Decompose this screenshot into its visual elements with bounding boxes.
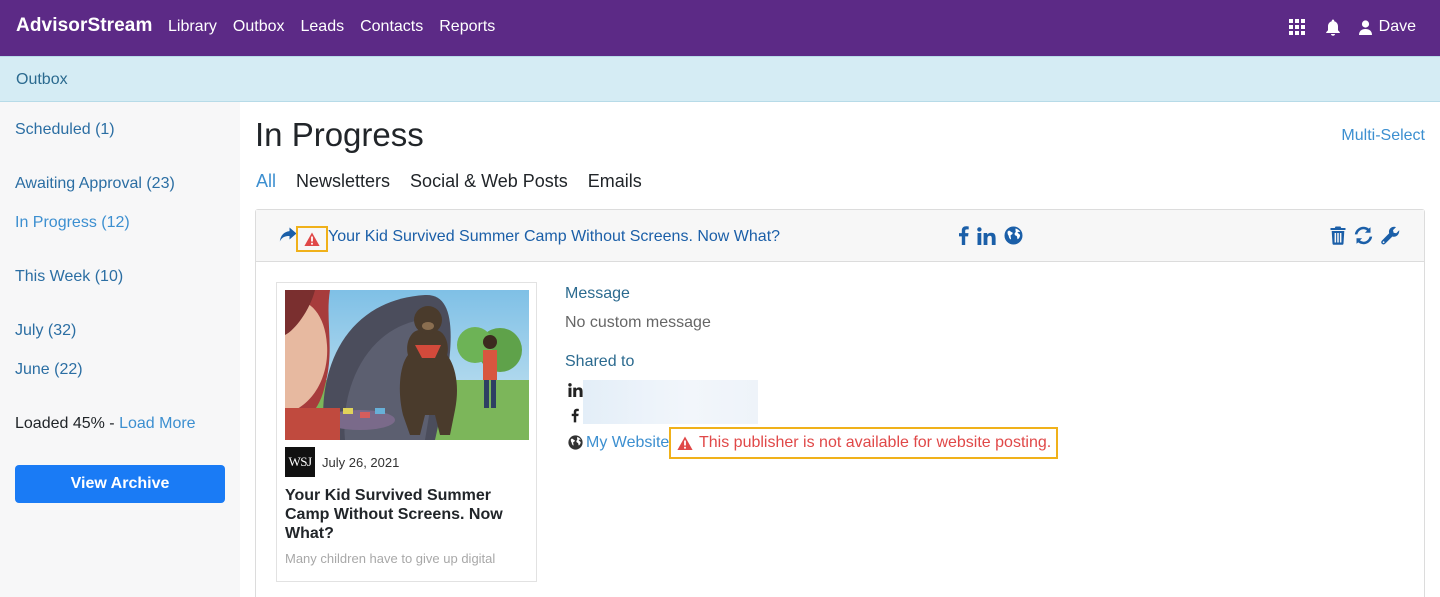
redacted-account-names xyxy=(583,380,758,424)
nav-right: Dave xyxy=(1271,16,1416,38)
load-more-link[interactable]: Load More xyxy=(119,415,196,432)
globe-icon xyxy=(568,435,583,450)
brand-logo[interactable]: AdvisorStream xyxy=(16,15,152,37)
nav-outbox[interactable]: Outbox xyxy=(233,18,285,36)
article-preview-card[interactable]: WSJ July 26, 2021 Your Kid Survived Summ… xyxy=(276,282,537,582)
my-website-link[interactable]: My Website xyxy=(586,434,669,452)
nav-library[interactable]: Library xyxy=(168,18,217,36)
article-title: Your Kid Survived Summer Camp Without Sc… xyxy=(285,487,503,542)
linkedin-icon xyxy=(568,383,583,397)
post-card: Your Kid Survived Summer Camp Without Sc… xyxy=(255,209,1425,597)
post-title-link[interactable]: Your Kid Survived Summer Camp Without Sc… xyxy=(328,228,780,246)
bell-icon[interactable] xyxy=(1323,16,1343,38)
tab-all[interactable]: All xyxy=(256,171,276,192)
breadcrumb: Outbox xyxy=(0,56,1440,102)
grid-icon[interactable] xyxy=(1287,16,1307,38)
wrench-icon[interactable] xyxy=(1381,226,1400,245)
main-nav: Library Outbox Leads Contacts Reports xyxy=(168,18,511,36)
warning-icon xyxy=(677,436,693,451)
view-archive-button[interactable]: View Archive xyxy=(15,465,225,503)
nav-leads[interactable]: Leads xyxy=(301,18,345,36)
user-icon[interactable] xyxy=(1359,16,1373,38)
post-actions xyxy=(1322,226,1400,245)
article-excerpt: Many children have to give up digital xyxy=(285,551,496,566)
facebook-icon xyxy=(571,408,579,423)
message-label: Message xyxy=(565,285,630,302)
facebook-icon[interactable] xyxy=(958,226,969,245)
article-image xyxy=(285,290,529,440)
top-navbar: AdvisorStream Library Outbox Leads Conta… xyxy=(0,0,1440,56)
tab-emails[interactable]: Emails xyxy=(588,171,642,192)
tab-social-web-posts[interactable]: Social & Web Posts xyxy=(410,171,568,192)
warning-icon xyxy=(304,232,320,247)
sidebar-item-scheduled[interactable]: Scheduled (1) xyxy=(15,121,115,139)
website-error-message: This publisher is not available for webs… xyxy=(699,434,1052,451)
breadcrumb-outbox: Outbox xyxy=(16,71,68,88)
warning-highlight xyxy=(296,226,328,252)
sidebar-item-in-progress[interactable]: In Progress (12) xyxy=(15,214,130,232)
website-error-highlight: This publisher is not available for webs… xyxy=(669,427,1058,459)
post-card-header: Your Kid Survived Summer Camp Without Sc… xyxy=(256,210,1424,262)
sidebar: Scheduled (1) Awaiting Approval (23) In … xyxy=(0,102,240,597)
sidebar-item-july[interactable]: July (32) xyxy=(15,322,76,340)
share-icon xyxy=(279,227,297,243)
user-menu[interactable]: Dave xyxy=(1379,18,1416,36)
sidebar-item-this-week[interactable]: This Week (10) xyxy=(15,268,123,286)
nav-contacts[interactable]: Contacts xyxy=(360,18,423,36)
post-channels xyxy=(958,226,1031,245)
nav-reports[interactable]: Reports xyxy=(439,18,495,36)
filter-tabs: All Newsletters Social & Web Posts Email… xyxy=(256,171,662,192)
refresh-icon[interactable] xyxy=(1354,226,1373,245)
multi-select-link[interactable]: Multi-Select xyxy=(1341,127,1425,145)
trash-icon[interactable] xyxy=(1330,226,1346,245)
sidebar-item-june[interactable]: June (22) xyxy=(15,361,83,379)
tab-newsletters[interactable]: Newsletters xyxy=(296,171,390,192)
article-date: July 26, 2021 xyxy=(322,455,400,470)
message-value: No custom message xyxy=(565,314,711,331)
shared-to-label: Shared to xyxy=(565,353,635,370)
load-status: Loaded 45% - Load More xyxy=(15,415,196,433)
publisher-logo: WSJ xyxy=(285,447,315,477)
page-title: In Progress xyxy=(255,116,424,153)
sidebar-item-awaiting-approval[interactable]: Awaiting Approval (23) xyxy=(15,175,175,193)
loaded-percent-text: Loaded 45% - xyxy=(15,415,120,432)
linkedin-icon[interactable] xyxy=(977,226,996,245)
globe-icon[interactable] xyxy=(1004,226,1023,245)
